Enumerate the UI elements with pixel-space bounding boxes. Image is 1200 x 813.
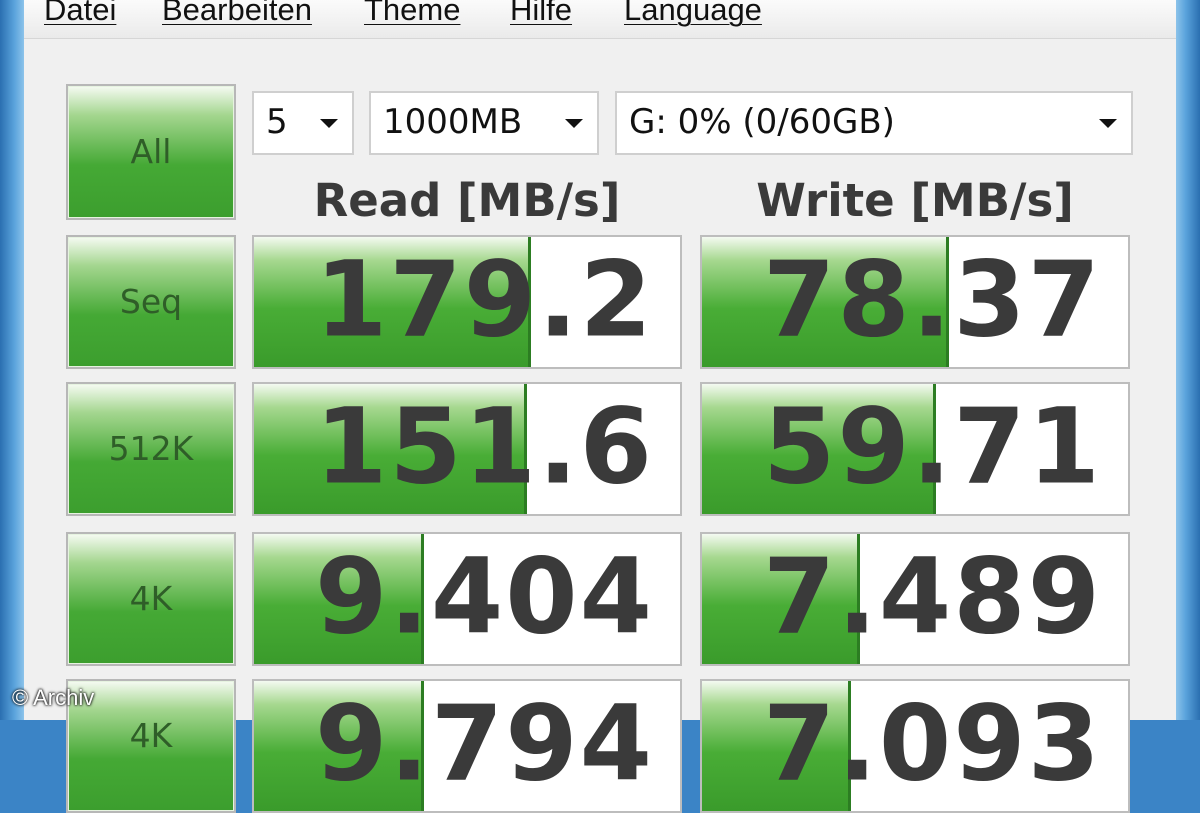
- 4k-read-value: 9.404: [315, 535, 654, 658]
- 4k-button-label: 4K: [129, 579, 173, 618]
- 512k-write-result: 59.71: [700, 382, 1130, 516]
- chevron-down-icon: [1099, 119, 1117, 128]
- 4k-qd32-button-label: 4K: [129, 716, 173, 755]
- 4k-write-value: 7.489: [763, 535, 1102, 658]
- all-button[interactable]: All: [66, 84, 236, 220]
- test-count-value: 5: [266, 102, 288, 142]
- 4k-qd-read-result: 9.794: [252, 679, 682, 813]
- menu-bar: Datei Bearbeiten Theme Hilfe Language: [24, 0, 1176, 39]
- seq-write-result: 78.37: [700, 235, 1130, 369]
- 4k-read-result: 9.404: [252, 532, 682, 666]
- 512k-button[interactable]: 512K: [66, 382, 236, 516]
- drive-value: G: 0% (0/60GB): [629, 102, 895, 142]
- 512k-read-result: 151.6: [252, 382, 682, 516]
- window-frame-left: [0, 0, 24, 720]
- 4k-write-result: 7.489: [700, 532, 1130, 666]
- seq-read-result: 179.2: [252, 235, 682, 369]
- chevron-down-icon: [320, 119, 338, 128]
- seq-button[interactable]: Seq: [66, 235, 236, 369]
- test-size-value: 1000MB: [383, 102, 523, 142]
- 512k-button-label: 512K: [108, 429, 194, 468]
- seq-write-value: 78.37: [763, 238, 1102, 361]
- app-window: Datei Bearbeiten Theme Hilfe Language Al…: [24, 0, 1176, 813]
- 4k-qd-write-value: 7.093: [763, 682, 1102, 805]
- read-header: Read [MB/s]: [313, 174, 621, 227]
- 4k-qd-read-value: 9.794: [315, 682, 654, 805]
- menu-theme[interactable]: Theme: [364, 0, 460, 28]
- test-count-select[interactable]: 5: [252, 91, 354, 155]
- menu-language[interactable]: Language: [624, 0, 762, 28]
- main-panel: All Seq 512K 4K 4K 5 1000MB G: 0% (0/60G…: [24, 39, 1176, 813]
- drive-select[interactable]: G: 0% (0/60GB): [615, 91, 1133, 155]
- 4k-button[interactable]: 4K: [66, 532, 236, 666]
- copyright-watermark: © Archiv: [12, 685, 95, 710]
- menu-datei[interactable]: Datei: [44, 0, 116, 28]
- window-frame-right: [1176, 0, 1200, 720]
- write-header: Write [MB/s]: [756, 174, 1074, 227]
- seq-read-value: 179.2: [315, 238, 654, 361]
- menu-hilfe[interactable]: Hilfe: [510, 0, 572, 28]
- 512k-write-value: 59.71: [763, 385, 1102, 508]
- test-size-select[interactable]: 1000MB: [369, 91, 599, 155]
- chevron-down-icon: [565, 119, 583, 128]
- menu-bearbeiten[interactable]: Bearbeiten: [162, 0, 312, 28]
- 512k-read-value: 151.6: [315, 385, 654, 508]
- seq-button-label: Seq: [119, 282, 183, 321]
- 4k-qd-write-result: 7.093: [700, 679, 1130, 813]
- all-button-label: All: [130, 132, 172, 171]
